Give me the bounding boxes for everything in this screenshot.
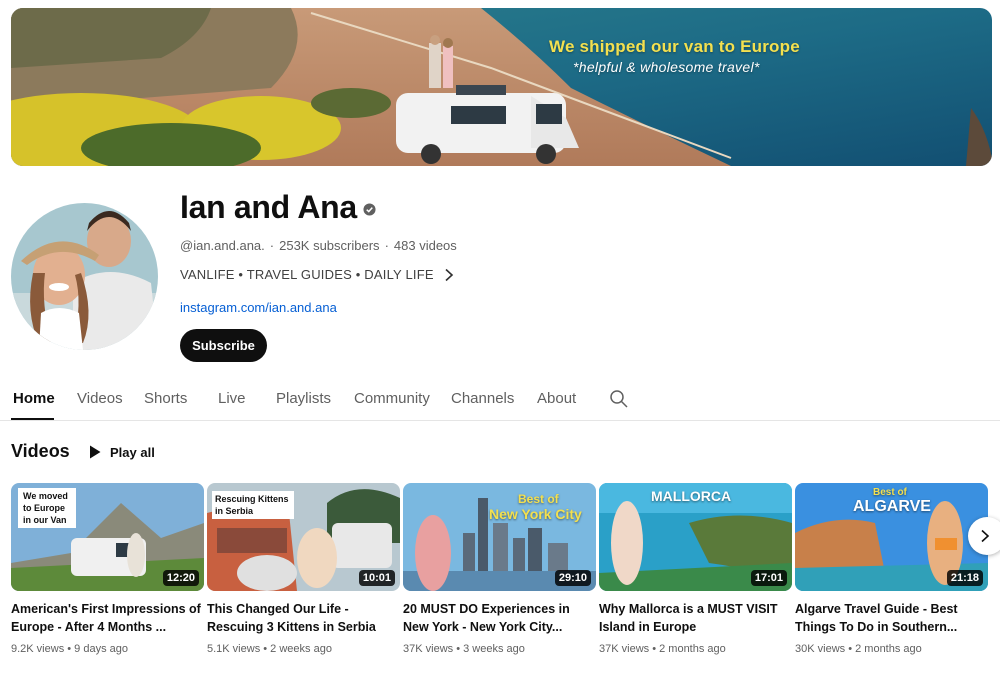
video-duration: 21:18 <box>946 570 983 586</box>
tab-about[interactable]: About <box>537 390 576 407</box>
banner-image <box>11 8 992 166</box>
subscriber-count: 253K subscribers <box>279 238 380 253</box>
tab-videos[interactable]: Videos <box>77 390 123 407</box>
video-meta: 30K views • 2 months ago <box>795 643 922 655</box>
meta-separator: · <box>384 238 389 253</box>
video-card[interactable]: We moved to Europe in our Van 12:20 Amer… <box>11 483 204 655</box>
video-duration: 12:20 <box>162 570 199 586</box>
video-duration: 17:01 <box>750 570 787 586</box>
video-card[interactable]: Rescuing Kittens in Serbia 10:01 This Ch… <box>207 483 400 655</box>
thumbnail-caption: Rescuing Kittens in Serbia <box>215 494 289 516</box>
thumbnail-caption: Best of <box>873 487 907 498</box>
video-title[interactable]: Why Mallorca is a MUST VISIT Island in E… <box>599 600 792 636</box>
chevron-right-icon <box>981 529 990 543</box>
video-thumbnail[interactable]: We moved to Europe in our Van 12:20 <box>11 483 204 591</box>
banner-headline: We shipped our van to Europe <box>549 37 800 56</box>
video-age: 9 days ago <box>74 643 128 655</box>
channel-name-row: Ian and Ana <box>180 189 376 226</box>
tab-community[interactable]: Community <box>354 390 430 407</box>
video-thumbnail[interactable]: Best of New York City 29:10 <box>403 483 596 591</box>
video-views: 37K views <box>403 643 454 655</box>
tab-shorts[interactable]: Shorts <box>144 390 187 407</box>
banner-subtitle: *helpful & wholesome travel* <box>573 59 760 75</box>
video-card[interactable]: MALLORCA 17:01 Why Mallorca is a MUST VI… <box>599 483 792 655</box>
thumbnail-caption: We moved to Europe in our Van <box>23 491 68 525</box>
channel-avatar[interactable] <box>11 203 158 350</box>
video-count: 483 videos <box>393 238 457 253</box>
video-title[interactable]: American's First Impressions of Europe -… <box>11 600 204 636</box>
channel-handle: @ian.and.ana. <box>180 238 265 253</box>
video-title[interactable]: Algarve Travel Guide - Best Things To Do… <box>795 600 988 636</box>
video-meta: 9.2K views • 9 days ago <box>11 643 128 655</box>
video-duration: 10:01 <box>358 570 395 586</box>
video-meta: 5.1K views • 2 weeks ago <box>207 643 332 655</box>
video-views: 9.2K views <box>11 643 65 655</box>
thumbnail-caption: Best of <box>518 492 559 506</box>
video-title[interactable]: This Changed Our Life - Rescuing 3 Kitte… <box>207 600 400 636</box>
video-card[interactable]: Best of ALGARVE 21:18 Algarve Travel Gui… <box>795 483 988 655</box>
tab-playlists[interactable]: Playlists <box>276 390 331 407</box>
video-views: 5.1K views <box>207 643 261 655</box>
video-age: 2 months ago <box>855 643 922 655</box>
active-tab-indicator <box>11 418 54 420</box>
video-views: 30K views <box>795 643 846 655</box>
video-thumbnail[interactable]: Best of ALGARVE 21:18 <box>795 483 988 591</box>
channel-link[interactable]: instagram.com/ian.and.ana <box>180 300 337 315</box>
play-all-button[interactable]: Play all <box>89 441 155 463</box>
carousel-next-button[interactable] <box>968 517 1000 555</box>
section-title: Videos <box>11 441 70 461</box>
thumbnail-caption: New York City <box>489 506 582 522</box>
thumbnail-caption: ALGARVE <box>853 498 931 515</box>
chevron-right-icon <box>445 268 453 281</box>
channel-name: Ian and Ana <box>180 189 357 225</box>
verified-icon <box>363 203 376 216</box>
meta-separator: · <box>269 238 275 253</box>
avatar-image <box>11 203 158 350</box>
video-card[interactable]: Best of New York City 29:10 20 MUST DO E… <box>403 483 596 655</box>
video-views: 37K views <box>599 643 650 655</box>
video-age: 3 weeks ago <box>463 643 525 655</box>
channel-tabs: Home Videos Shorts Live Playlists Commun… <box>0 380 1000 421</box>
channel-meta: @ian.and.ana. · 253K subscribers · 483 v… <box>180 238 457 253</box>
thumbnail-caption: MALLORCA <box>651 488 732 504</box>
tab-live[interactable]: Live <box>218 390 246 407</box>
play-icon <box>90 445 101 459</box>
video-meta: 37K views • 2 months ago <box>599 643 726 655</box>
channel-banner: We shipped our van to Europe *helpful & … <box>11 8 992 166</box>
play-all-label: Play all <box>110 444 155 460</box>
channel-description[interactable]: VANLIFE • TRAVEL GUIDES • DAILY LIFE <box>180 267 454 282</box>
video-thumbnail[interactable]: Rescuing Kittens in Serbia 10:01 <box>207 483 400 591</box>
video-title[interactable]: 20 MUST DO Experiences in New York - New… <box>403 600 596 636</box>
video-age: 2 weeks ago <box>270 643 332 655</box>
tab-home[interactable]: Home <box>13 390 55 407</box>
channel-tags: VANLIFE • TRAVEL GUIDES • DAILY LIFE <box>180 267 434 282</box>
video-thumbnail[interactable]: MALLORCA 17:01 <box>599 483 792 591</box>
video-meta: 37K views • 3 weeks ago <box>403 643 525 655</box>
video-duration: 29:10 <box>554 570 591 586</box>
search-icon[interactable] <box>609 389 629 409</box>
subscribe-button[interactable]: Subscribe <box>180 329 267 362</box>
tab-channels[interactable]: Channels <box>451 390 514 407</box>
video-age: 2 months ago <box>659 643 726 655</box>
